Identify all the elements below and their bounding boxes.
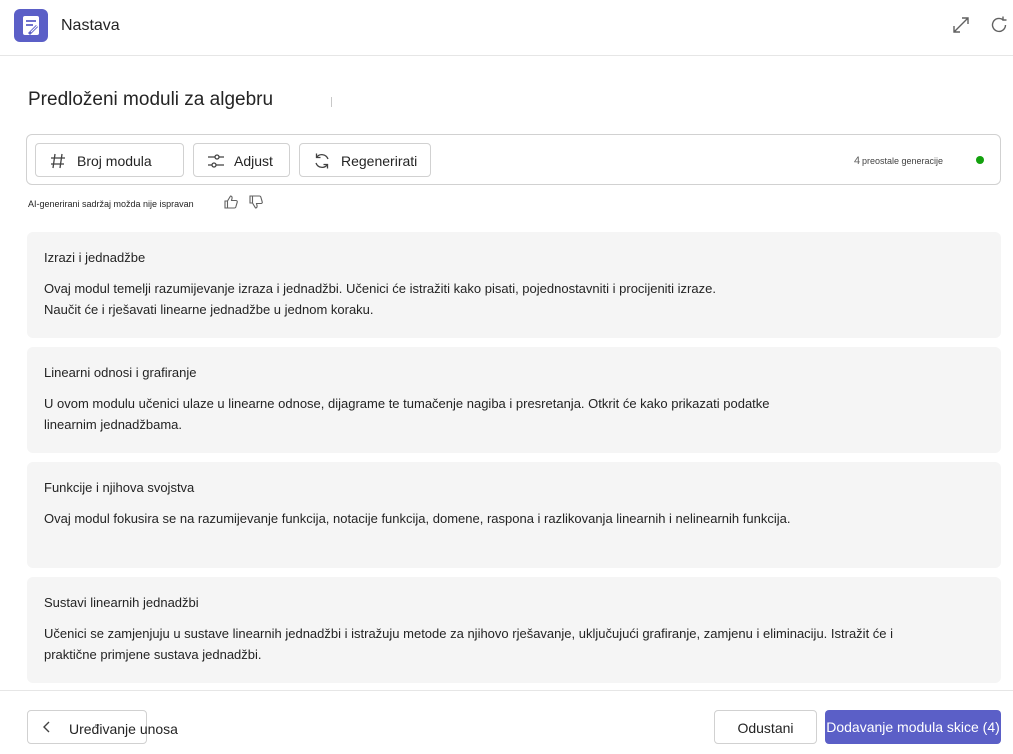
regenerate-icon <box>312 151 332 171</box>
module-description: U ovom modulu učenici ulaze u linearne o… <box>44 396 770 432</box>
module-title: Izrazi i jednadžbe <box>44 250 146 265</box>
adjust-button[interactable]: Adjust <box>193 143 290 177</box>
module-description: Ovaj modul temelji razumijevanje izraza … <box>44 281 716 317</box>
chevron-left-icon <box>40 720 54 734</box>
page-title: Predloženi moduli za algebru <box>28 89 274 110</box>
generations-count: 4 <box>854 155 861 167</box>
options-toolbar: Broj modula Adjust Regenerirati 4 preost… <box>26 134 1001 185</box>
module-title: Sustavi linearnih jednadžbi <box>44 595 199 610</box>
text-caret <box>331 97 332 107</box>
thumbs-up-icon[interactable] <box>222 193 240 211</box>
edit-input-label: Uređivanje unosa <box>69 721 178 737</box>
app-header: Nastava <box>0 0 1013 56</box>
module-card: Izrazi i jednadžbe Ovaj modul temelji ra… <box>27 232 1001 338</box>
add-draft-modules-button[interactable]: Dodavanje modula skice (4) <box>825 710 1001 744</box>
module-count-label: Broj modula <box>77 153 152 169</box>
module-title: Funkcije i njihova svojstva <box>44 480 195 495</box>
expand-icon[interactable] <box>950 14 972 36</box>
app-title: Nastava <box>61 17 120 34</box>
module-card: Funkcije i njihova svojstva Ovaj modul f… <box>27 462 1001 568</box>
app-icon <box>14 9 48 42</box>
module-description: Ovaj modul fokusira se na razumijevanje … <box>44 511 791 526</box>
edit-input-button[interactable]: Uređivanje unosa <box>27 710 178 744</box>
module-description: Učenici se zamjenjuju u sustave linearni… <box>44 626 894 662</box>
module-card: Sustavi linearnih jednadžbi Učenici se z… <box>27 577 1001 683</box>
regenerate-label: Regenerirati <box>341 153 418 169</box>
refresh-icon[interactable] <box>988 14 1010 36</box>
module-count-button[interactable]: Broj modula <box>35 143 184 177</box>
regenerate-button[interactable]: Regenerirati <box>299 143 431 177</box>
thumbs-down-icon[interactable] <box>247 193 265 211</box>
status-dot <box>976 156 984 164</box>
footer-divider <box>0 690 1013 691</box>
sliders-icon <box>206 151 226 171</box>
adjust-label: Adjust <box>234 153 273 169</box>
cancel-button[interactable]: Odustani <box>714 710 817 744</box>
module-title: Linearni odnosi i grafiranje <box>44 365 197 380</box>
module-card: Linearni odnosi i grafiranje U ovom modu… <box>27 347 1001 453</box>
ai-disclaimer: AI-generirani sadržaj možda nije isprava… <box>28 199 194 209</box>
hashtag-icon <box>48 151 68 171</box>
generations-label: preostale generacije <box>862 156 944 166</box>
